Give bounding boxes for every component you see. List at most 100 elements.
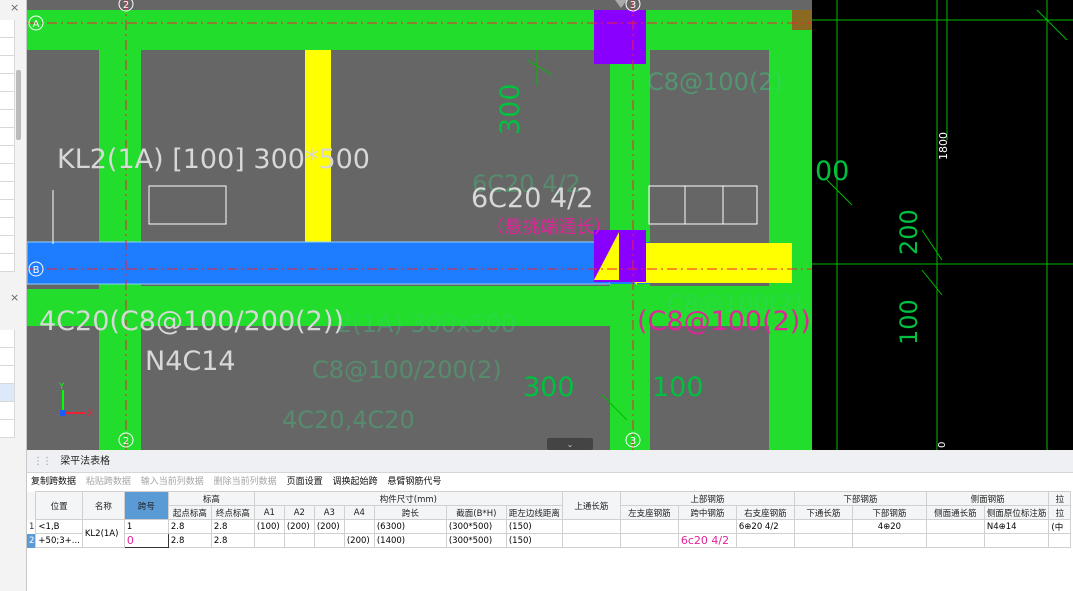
col-header-bottom-bar[interactable]: 下部钢筋 <box>851 505 927 520</box>
col-header-section[interactable]: 截面(B*H) <box>445 505 507 520</box>
column-corner <box>792 10 812 30</box>
empty-region <box>812 0 1073 450</box>
col-header-top-through[interactable]: 上通长筋 <box>561 491 621 520</box>
copy-span-button[interactable]: 复制跨数据 <box>31 477 76 487</box>
paste-span-button[interactable]: 粘贴跨数据 <box>86 477 131 487</box>
col-header-side-through[interactable]: 侧面通长筋 <box>925 505 985 520</box>
beam-axis-a[interactable] <box>27 10 812 50</box>
list-item[interactable] <box>0 38 15 56</box>
col-header-size[interactable]: 构件尺寸(mm) <box>253 491 563 506</box>
col-header-extra2[interactable]: 拉 <box>1048 505 1072 520</box>
list-item[interactable] <box>0 236 15 254</box>
col-header-name[interactable]: 名称 <box>81 491 125 520</box>
list-item[interactable] <box>0 182 15 200</box>
list-item[interactable] <box>0 110 15 128</box>
panel-title: ⋮⋮ 梁平法表格 <box>27 452 1073 473</box>
list-item[interactable] <box>0 200 15 218</box>
col-header-end-elev[interactable]: 终点标高 <box>210 505 255 520</box>
delete-column-button[interactable]: 删除当前列数据 <box>214 477 277 487</box>
col-header-a4[interactable]: A4 <box>343 505 375 520</box>
list-item-selected[interactable] <box>0 384 15 402</box>
mid-span-annotation[interactable]: 6c20 4/2 <box>681 535 729 547</box>
cantilever-code-button[interactable]: 悬臂钢筋代号 <box>387 477 441 487</box>
col-header-position[interactable]: 位置 <box>35 491 83 520</box>
list-item[interactable] <box>0 420 15 438</box>
col-header-start-elev[interactable]: 起点标高 <box>167 505 212 520</box>
scrollbar[interactable] <box>16 70 21 140</box>
col-header-bottom-rebar[interactable]: 下部钢筋 <box>793 491 927 506</box>
svg-text:0: 0 <box>937 442 948 448</box>
svg-text:2: 2 <box>123 436 129 447</box>
side-bar-annotation[interactable]: N4C14 <box>145 346 236 377</box>
col-header-extra[interactable]: 拉 <box>1048 491 1072 506</box>
list-item[interactable] <box>0 218 15 236</box>
list-item[interactable] <box>0 146 15 164</box>
selected-beam-kl2[interactable] <box>27 241 611 285</box>
svg-text:C8@100(2): C8@100(2) <box>647 68 783 96</box>
svg-text:X: X <box>87 409 93 419</box>
svg-text:00: 00 <box>815 156 849 187</box>
list-item[interactable] <box>0 128 15 146</box>
svg-text:100: 100 <box>652 372 704 403</box>
col-header-side-orig[interactable]: 侧面原位标注筋 <box>983 505 1050 520</box>
list-item[interactable] <box>0 348 15 366</box>
drawing-canvas[interactable]: 2 3 A B 2 3 C8@100(2) 2(1A) 300x500 C8@1… <box>27 0 1073 450</box>
list-item[interactable] <box>0 74 15 92</box>
list-item[interactable] <box>0 20 15 38</box>
cantilever-beam[interactable] <box>637 243 792 283</box>
col-header-span[interactable]: 跨号 <box>123 491 169 520</box>
stirrup-annotation[interactable]: 4C20(C8@100/200(2)) <box>39 306 344 337</box>
list-item[interactable] <box>0 254 15 272</box>
col-header-elevation[interactable]: 标高 <box>167 491 255 506</box>
list-item[interactable] <box>0 92 15 110</box>
beam-annotation[interactable]: KL2(1A) [100] 300*500 <box>57 144 370 175</box>
svg-text:3: 3 <box>630 0 636 11</box>
col-header-mid-span[interactable]: 跨中钢筋 <box>677 505 737 520</box>
table-row[interactable]: 1 <1,B KL2(1A) 1 2.8 2.8 (100) (200) (20… <box>27 519 1072 548</box>
col-header-a2[interactable]: A2 <box>283 505 315 520</box>
list-item[interactable] <box>0 366 15 384</box>
col-header-side-rebar[interactable]: 侧面钢筋 <box>925 491 1050 506</box>
col-header-a3[interactable]: A3 <box>313 505 345 520</box>
svg-text:B: B <box>33 265 40 276</box>
input-column-button[interactable]: 输入当前列数据 <box>141 477 204 487</box>
svg-text:100: 100 <box>895 299 923 345</box>
svg-text:C8@100/200(2): C8@100/200(2) <box>312 356 502 384</box>
svg-text:2: 2 <box>123 0 129 11</box>
chevron-down-icon: ⌄ <box>567 440 574 449</box>
reinforcement-note: （悬挑端通长） <box>486 217 612 238</box>
drag-handle-icon[interactable]: ⋮⋮ <box>33 456 52 467</box>
col-header-bottom-through[interactable]: 下通长筋 <box>793 505 853 520</box>
reinforcement-label[interactable]: 6C20 4/2 <box>471 183 593 214</box>
swap-start-span-button[interactable]: 调换起始跨 <box>332 477 377 487</box>
col-header-edge-dist[interactable]: 距左边线距离 <box>505 505 563 520</box>
col-header-left-seat[interactable]: 左支座钢筋 <box>619 505 679 520</box>
svg-text:300: 300 <box>495 83 526 135</box>
svg-text:4C20,4C20: 4C20,4C20 <box>282 406 415 434</box>
col-header-top-rebar[interactable]: 上部钢筋 <box>619 491 795 506</box>
list-item[interactable] <box>0 330 15 348</box>
column[interactable] <box>594 10 646 64</box>
svg-text:Y: Y <box>58 382 65 392</box>
list-item[interactable] <box>0 164 15 182</box>
stirrup-annotation-right[interactable]: (C8@100(2)) <box>637 306 811 337</box>
left-side-panel: × × <box>0 0 27 591</box>
list-item[interactable] <box>0 56 15 74</box>
origin-marker <box>60 410 66 416</box>
beam-table-panel: ⋮⋮ 梁平法表格 复制跨数据 粘贴跨数据 输入当前列数据 删除当前列数据 页面设… <box>27 452 1073 591</box>
table-row[interactable]: 2 +50;3+... 0 2.8 2.8 (200) (1400) (300*… <box>27 533 1072 548</box>
col-header-right-seat[interactable]: 右支座钢筋 <box>735 505 795 520</box>
svg-text:A: A <box>33 19 40 30</box>
svg-text:2(1A) 300x500: 2(1A) 300x500 <box>337 310 516 338</box>
col-header-a1[interactable]: A1 <box>253 505 285 520</box>
close-icon[interactable]: × <box>10 1 19 14</box>
close-icon[interactable]: × <box>10 291 19 304</box>
svg-text:3: 3 <box>630 436 636 447</box>
beam-axis-2[interactable] <box>99 10 141 450</box>
annotated-span-cell[interactable]: 0 <box>127 535 134 547</box>
page-setup-button[interactable]: 页面设置 <box>287 477 323 487</box>
table-toolbar: 复制跨数据 粘贴跨数据 输入当前列数据 删除当前列数据 页面设置 调换起始跨 悬… <box>27 473 1073 491</box>
list-item[interactable] <box>0 402 15 420</box>
svg-text:300: 300 <box>523 372 575 403</box>
col-header-span-length[interactable]: 跨长 <box>373 505 447 520</box>
